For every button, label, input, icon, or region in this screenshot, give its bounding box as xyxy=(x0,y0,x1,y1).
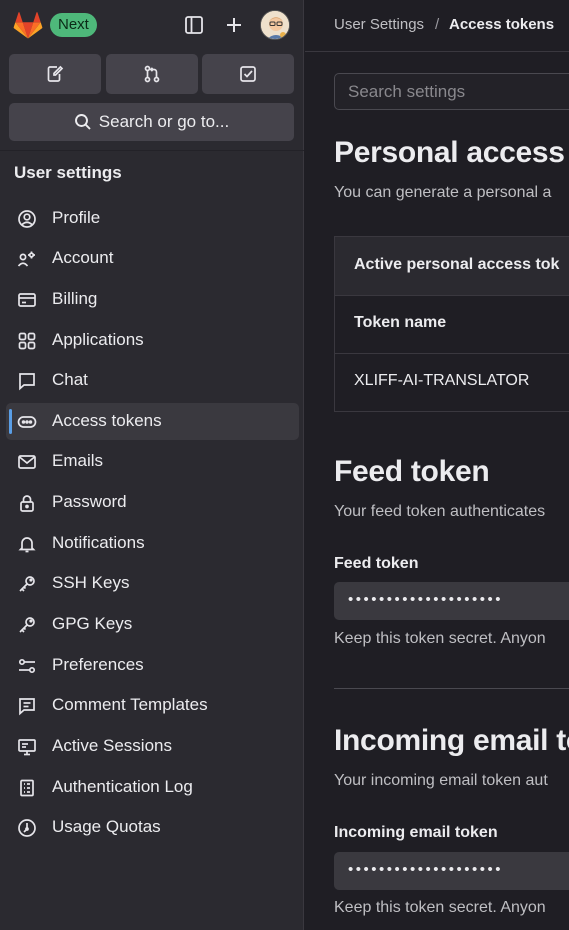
sidebar-item-label: Profile xyxy=(52,208,101,227)
sidebar-item-usage-quotas[interactable]: Usage Quotas xyxy=(6,809,299,846)
bell-icon xyxy=(17,534,37,554)
sidebar-item-label: Comment Templates xyxy=(52,695,208,714)
feed-token-field[interactable]: •••••••••••••••••••• xyxy=(334,582,569,620)
sidebar-item-notifications[interactable]: Notifications xyxy=(6,525,299,562)
breadcrumb: User Settings / Access tokens xyxy=(305,0,569,52)
access-tokens-icon xyxy=(17,412,37,432)
issues-button[interactable] xyxy=(9,54,101,94)
merge-requests-button[interactable] xyxy=(106,54,198,94)
quota-icon xyxy=(17,818,37,838)
sidebar-item-label: Chat xyxy=(52,370,88,389)
sidebar-item-label: Emails xyxy=(52,451,104,470)
todo-icon xyxy=(238,64,258,84)
todos-button[interactable] xyxy=(202,54,294,94)
feed-token-title: Feed token xyxy=(334,455,490,488)
sidebar-item-active-sessions[interactable]: Active Sessions xyxy=(6,728,299,765)
key-icon xyxy=(17,615,37,635)
token-name-cell: XLIFF-AI-TRANSLATOR xyxy=(354,372,530,389)
main-content: User Settings / Access tokens Personal a… xyxy=(305,0,569,930)
sidebar-item-label: Applications xyxy=(52,330,144,349)
search-settings-input[interactable] xyxy=(334,73,569,110)
next-badge[interactable]: Next xyxy=(50,13,97,37)
table-column-header: Token name xyxy=(335,295,569,354)
lock-icon xyxy=(17,493,37,513)
sidebar-item-profile[interactable]: Profile xyxy=(6,200,299,237)
sidebar-item-comment-templates[interactable]: Comment Templates xyxy=(6,687,299,724)
sidebar-item-label: GPG Keys xyxy=(52,614,133,633)
sidebar-item-applications[interactable]: Applications xyxy=(6,322,299,359)
search-icon xyxy=(74,113,92,131)
sidebar-item-label: Authentication Log xyxy=(52,777,193,796)
sidebar-item-billing[interactable]: Billing xyxy=(6,281,299,318)
sidebar-item-label: SSH Keys xyxy=(52,573,130,592)
feed-token-description: Your feed token authenticates xyxy=(334,503,546,520)
sidebar-divider xyxy=(0,150,304,151)
sidebar-item-password[interactable]: Password xyxy=(6,484,299,521)
section-divider xyxy=(334,688,569,689)
sidebar-item-ssh-keys[interactable]: SSH Keys xyxy=(6,565,299,602)
chat-icon xyxy=(17,371,37,391)
personal-access-tokens-title: Personal access t xyxy=(334,136,569,169)
issues-icon xyxy=(45,64,65,84)
table-row: XLIFF-AI-TRANSLATOR xyxy=(335,353,569,411)
sidebar-item-emails[interactable]: Emails xyxy=(6,443,299,480)
breadcrumb-access-tokens[interactable]: Access tokens xyxy=(449,16,554,33)
sidebar-item-authentication-log[interactable]: Authentication Log xyxy=(6,769,299,806)
plus-icon[interactable] xyxy=(222,13,246,37)
sidebar-item-label: Usage Quotas xyxy=(52,817,161,836)
column-token-name: Token name xyxy=(354,314,447,331)
feed-token-help: Keep this token secret. Anyon xyxy=(334,630,546,647)
incoming-email-token-description: Your incoming email token aut xyxy=(334,772,548,789)
sidebar-item-access-tokens[interactable]: Access tokens xyxy=(6,403,299,440)
sidebar-item-label: Active Sessions xyxy=(52,736,172,755)
incoming-email-token-field[interactable]: •••••••••••••••••••• xyxy=(334,852,569,890)
account-icon xyxy=(17,249,37,269)
sidebar-item-gpg-keys[interactable]: GPG Keys xyxy=(6,606,299,643)
sidebar: Next Search or go to... User settings Pr… xyxy=(0,0,304,930)
quick-actions xyxy=(9,54,295,94)
sidebar-item-label: Preferences xyxy=(52,655,144,674)
email-icon xyxy=(17,452,37,472)
monitor-icon xyxy=(17,737,37,757)
incoming-email-token-help: Keep this token secret. Anyon xyxy=(334,899,546,916)
sidebar-item-account[interactable]: Account xyxy=(6,240,299,277)
profile-icon xyxy=(17,209,37,229)
sidebar-top-bar: Next xyxy=(0,0,304,52)
feed-token-label: Feed token xyxy=(334,555,419,572)
personal-access-tokens-description: You can generate a personal a xyxy=(334,184,552,201)
preferences-icon xyxy=(17,656,37,676)
sidebar-item-label: Notifications xyxy=(52,533,145,552)
table-header: Active personal access tok xyxy=(335,237,569,296)
sidebar-item-preferences[interactable]: Preferences xyxy=(6,647,299,684)
billing-icon xyxy=(17,290,37,310)
merge-request-icon xyxy=(142,64,162,84)
breadcrumb-separator: / xyxy=(435,16,440,33)
incoming-email-token-title: Incoming email to xyxy=(334,724,569,757)
active-tokens-table: Active personal access tok Token name XL… xyxy=(334,236,569,412)
sidebar-item-label: Account xyxy=(52,248,114,267)
user-avatar[interactable] xyxy=(260,10,290,40)
sidebar-item-label: Password xyxy=(52,492,127,511)
sidebar-heading: User settings xyxy=(14,163,122,182)
sidebar-item-chat[interactable]: Chat xyxy=(6,362,299,399)
applications-icon xyxy=(17,331,37,351)
table-title: Active personal access tok xyxy=(354,256,560,273)
log-icon xyxy=(17,778,37,798)
comment-icon xyxy=(17,696,37,716)
search-or-go-label: Search or go to... xyxy=(98,112,230,131)
gitlab-logo-icon[interactable] xyxy=(12,9,44,41)
breadcrumb-user-settings[interactable]: User Settings xyxy=(334,16,424,33)
sidebar-toggle-icon[interactable] xyxy=(182,13,206,37)
sidebar-item-label: Access tokens xyxy=(52,411,162,430)
sidebar-item-label: Billing xyxy=(52,289,98,308)
incoming-email-token-label: Incoming email token xyxy=(334,824,498,841)
search-or-go-button[interactable]: Search or go to... xyxy=(9,103,294,141)
key-icon xyxy=(17,574,37,594)
